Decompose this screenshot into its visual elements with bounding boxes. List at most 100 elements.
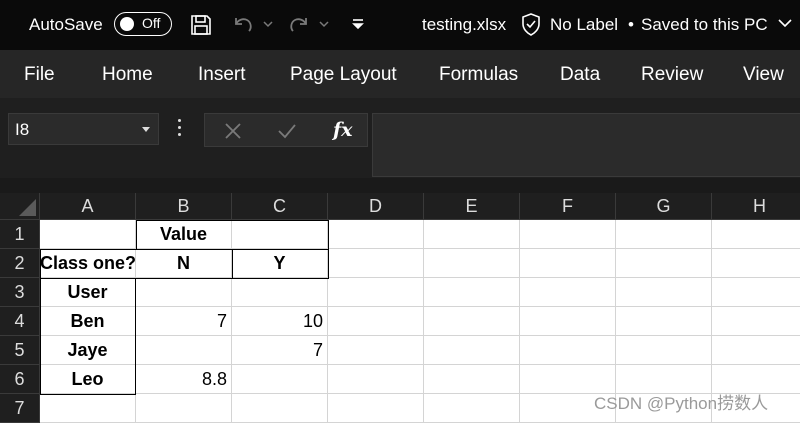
name-box-dropdown-icon[interactable]: [142, 127, 150, 132]
title-bar: AutoSave Off testing.xlsx No Label • Sav…: [0, 0, 800, 50]
insert-function-icon[interactable]: fx: [333, 119, 353, 141]
cell-b2[interactable]: N: [136, 249, 232, 278]
column-header-a[interactable]: A: [40, 193, 136, 220]
cell-a2[interactable]: Class one?: [40, 249, 136, 278]
row-header-4[interactable]: 4: [0, 307, 40, 336]
tab-formulas[interactable]: Formulas: [439, 63, 518, 87]
cell-g2[interactable]: [616, 249, 712, 278]
name-box[interactable]: I8: [8, 113, 159, 145]
customize-toolbar-icon[interactable]: [351, 17, 365, 31]
cell-b6[interactable]: 8.8: [136, 365, 232, 394]
cell-h4[interactable]: [712, 307, 800, 336]
save-status[interactable]: Saved to this PC: [641, 14, 768, 36]
tab-view[interactable]: View: [743, 63, 784, 87]
row-header-5[interactable]: 5: [0, 336, 40, 365]
cell-g3[interactable]: [616, 278, 712, 307]
tab-review[interactable]: Review: [641, 63, 703, 87]
cell-c6[interactable]: [232, 365, 328, 394]
autosave-toggle[interactable]: Off: [114, 12, 172, 36]
cell-g5[interactable]: [616, 336, 712, 365]
column-header-d[interactable]: D: [328, 193, 424, 220]
column-header-g[interactable]: G: [616, 193, 712, 220]
cell-h2[interactable]: [712, 249, 800, 278]
cell-a4[interactable]: Ben: [40, 307, 136, 336]
cell-c7[interactable]: [232, 394, 328, 423]
ribbon-tabs: File Home Insert Page Layout Formulas Da…: [0, 50, 800, 98]
cell-a7[interactable]: [40, 394, 136, 423]
column-header-b[interactable]: B: [136, 193, 232, 220]
save-icon[interactable]: [189, 13, 213, 37]
shield-icon[interactable]: [520, 12, 542, 37]
cell-c2[interactable]: Y: [232, 249, 328, 278]
column-header-c[interactable]: C: [232, 193, 328, 220]
cell-e7[interactable]: [424, 394, 520, 423]
cell-e1[interactable]: [424, 220, 520, 249]
cell-h5[interactable]: [712, 336, 800, 365]
redo-icon[interactable]: [287, 13, 311, 37]
chevron-down-icon[interactable]: [778, 19, 792, 28]
select-all-button[interactable]: [0, 193, 40, 220]
cell-g4[interactable]: [616, 307, 712, 336]
sensitivity-label[interactable]: No Label: [550, 14, 618, 36]
cell-g1[interactable]: [616, 220, 712, 249]
row-header-6[interactable]: 6: [0, 365, 40, 394]
cell-c5[interactable]: 7: [232, 336, 328, 365]
cell-a5[interactable]: Jaye: [40, 336, 136, 365]
tab-page-layout[interactable]: Page Layout: [290, 63, 397, 87]
tab-data[interactable]: Data: [560, 63, 600, 87]
row-header-2[interactable]: 2: [0, 249, 40, 278]
tab-home[interactable]: Home: [102, 63, 153, 87]
cancel-icon[interactable]: [224, 122, 242, 140]
cell-g6[interactable]: [616, 365, 712, 394]
column-header-f[interactable]: F: [520, 193, 616, 220]
cell-h6[interactable]: [712, 365, 800, 394]
cell-e6[interactable]: [424, 365, 520, 394]
undo-dropdown-icon[interactable]: [263, 20, 273, 28]
cell-b5[interactable]: [136, 336, 232, 365]
cell-c1[interactable]: [232, 220, 328, 249]
cell-d5[interactable]: [328, 336, 424, 365]
more-options-icon[interactable]: [176, 119, 182, 139]
row-header-7[interactable]: 7: [0, 394, 40, 423]
redo-dropdown-icon[interactable]: [319, 20, 329, 28]
cell-c3[interactable]: [232, 278, 328, 307]
cell-f4[interactable]: [520, 307, 616, 336]
enter-icon[interactable]: [277, 122, 297, 140]
cell-d4[interactable]: [328, 307, 424, 336]
cell-a1[interactable]: [40, 220, 136, 249]
cell-b1[interactable]: Value: [136, 220, 232, 249]
cell-h3[interactable]: [712, 278, 800, 307]
cell-a3[interactable]: User: [40, 278, 136, 307]
undo-icon[interactable]: [231, 13, 255, 37]
cell-a6[interactable]: Leo: [40, 365, 136, 394]
autosave-state: Off: [142, 15, 161, 31]
cell-f3[interactable]: [520, 278, 616, 307]
cell-b4[interactable]: 7: [136, 307, 232, 336]
cell-b3[interactable]: [136, 278, 232, 307]
cell-e3[interactable]: [424, 278, 520, 307]
column-header-e[interactable]: E: [424, 193, 520, 220]
worksheet-grid[interactable]: A B C D E F G H 1 2 3 4 5 6 7 Value Class…: [0, 193, 800, 424]
cell-e2[interactable]: [424, 249, 520, 278]
cell-d6[interactable]: [328, 365, 424, 394]
cell-d7[interactable]: [328, 394, 424, 423]
cell-f5[interactable]: [520, 336, 616, 365]
cell-f1[interactable]: [520, 220, 616, 249]
cell-b7[interactable]: [136, 394, 232, 423]
row-header-1[interactable]: 1: [0, 220, 40, 249]
cell-d2[interactable]: [328, 249, 424, 278]
cell-f6[interactable]: [520, 365, 616, 394]
tab-insert[interactable]: Insert: [198, 63, 246, 87]
cell-e5[interactable]: [424, 336, 520, 365]
cell-d1[interactable]: [328, 220, 424, 249]
cell-h1[interactable]: [712, 220, 800, 249]
cell-d3[interactable]: [328, 278, 424, 307]
cell-e4[interactable]: [424, 307, 520, 336]
cell-c4[interactable]: 10: [232, 307, 328, 336]
cell-f2[interactable]: [520, 249, 616, 278]
row-header-3[interactable]: 3: [0, 278, 40, 307]
column-header-h[interactable]: H: [712, 193, 800, 220]
formula-buttons: fx: [204, 113, 368, 147]
tab-file[interactable]: File: [24, 63, 55, 87]
formula-input[interactable]: [372, 113, 800, 177]
